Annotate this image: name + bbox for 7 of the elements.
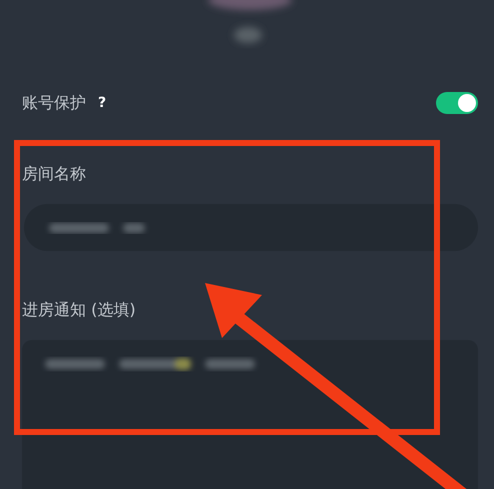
account-protection-label: 账号保护 [22,92,86,114]
room-name-field[interactable] [24,204,478,251]
help-icon[interactable]: ? [98,92,106,114]
toggle-switch[interactable] [436,92,478,114]
entry-notice-label: 进房通知 (选填) [22,299,137,321]
entry-notice-field[interactable] [22,340,478,489]
room-name-label: 房间名称 [22,163,87,185]
